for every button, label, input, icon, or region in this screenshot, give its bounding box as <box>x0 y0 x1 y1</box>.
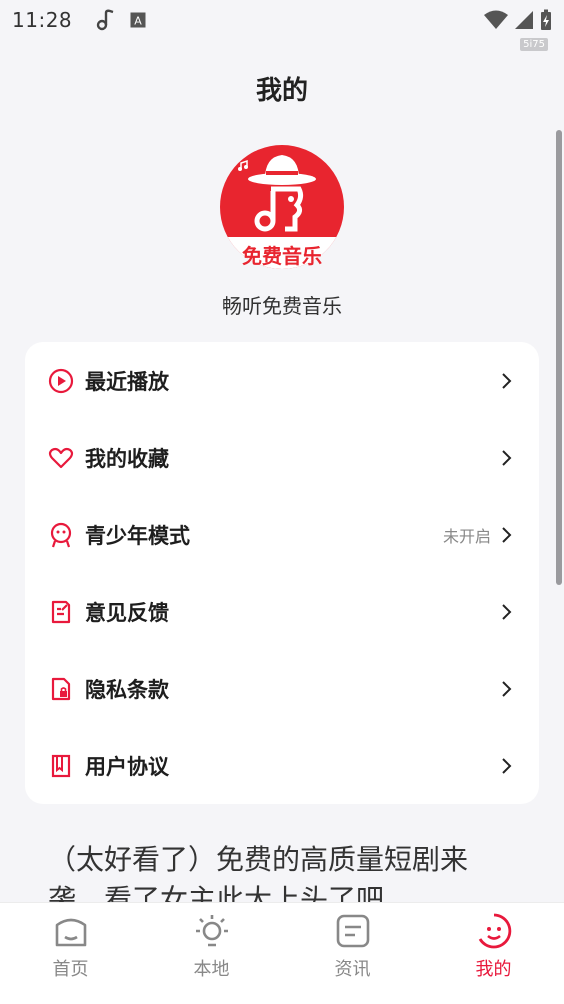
svg-text:A: A <box>134 15 142 28</box>
tab-local[interactable]: 本地 <box>141 903 282 1004</box>
battery-icon <box>541 9 551 30</box>
menu-item-label: 最近播放 <box>85 369 169 394</box>
app-logo: 免费音乐 <box>220 145 344 269</box>
profile-face-icon <box>478 913 511 949</box>
a-box-icon: A <box>130 12 146 28</box>
menu-item-label: 意见反馈 <box>85 600 169 625</box>
bulb-icon <box>195 915 228 947</box>
heart-icon <box>47 444 75 472</box>
chevron-right-icon <box>502 526 512 543</box>
tab-label: 我的 <box>475 959 512 980</box>
tab-label: 资讯 <box>334 959 371 980</box>
menu-item-privacy[interactable]: 隐私条款 <box>25 650 539 727</box>
network-speed-badge: 5i75 <box>520 38 548 51</box>
youth-mode-icon <box>47 521 75 549</box>
chevron-right-icon <box>502 603 512 620</box>
chevron-right-icon <box>502 449 512 466</box>
menu-item-feedback[interactable]: 意见反馈 <box>25 573 539 650</box>
agreement-icon <box>47 752 75 780</box>
tab-mine[interactable]: 我的 <box>423 903 564 1004</box>
youth-mode-status: 未开启 <box>442 526 491 546</box>
menu-item-label: 用户协议 <box>85 754 169 779</box>
menu-item-label: 隐私条款 <box>85 677 169 702</box>
menu-item-label: 我的收藏 <box>85 446 169 471</box>
feedback-icon <box>47 598 75 626</box>
menu-card: 最近播放 我的收藏 青少年模式 未开启 意见反馈 隐私条款 用户协议 <box>25 342 539 804</box>
privacy-icon <box>47 675 75 703</box>
status-time: 11:28 <box>12 8 73 32</box>
menu-item-youth-mode[interactable]: 青少年模式 未开启 <box>25 496 539 573</box>
chevron-right-icon <box>502 680 512 697</box>
menu-item-favorites[interactable]: 我的收藏 <box>25 419 539 496</box>
menu-item-agreement[interactable]: 用户协议 <box>25 727 539 804</box>
play-circle-icon <box>47 367 75 395</box>
menu-item-label: 青少年模式 <box>85 523 190 548</box>
tab-label: 首页 <box>52 959 89 980</box>
wifi-icon <box>484 10 508 29</box>
status-bar: 11:28 A <box>0 0 564 40</box>
chevron-right-icon <box>502 757 512 774</box>
home-icon <box>55 918 86 947</box>
music-note-icon <box>96 9 114 31</box>
logo-text: 免费音乐 <box>242 244 322 268</box>
menu-item-recent-play[interactable]: 最近播放 <box>25 342 539 419</box>
chevron-right-icon <box>502 372 512 389</box>
tab-label: 本地 <box>193 959 230 980</box>
tab-home[interactable]: 首页 <box>0 903 141 1004</box>
scrollbar[interactable] <box>556 130 562 585</box>
news-icon <box>336 914 369 948</box>
page-title: 我的 <box>255 76 308 106</box>
tab-news[interactable]: 资讯 <box>282 903 423 1004</box>
app-name: 畅听免费音乐 <box>222 294 342 318</box>
signal-icon <box>515 11 533 29</box>
bottom-tab-bar: 首页 本地 资讯 我的 <box>0 902 564 1004</box>
